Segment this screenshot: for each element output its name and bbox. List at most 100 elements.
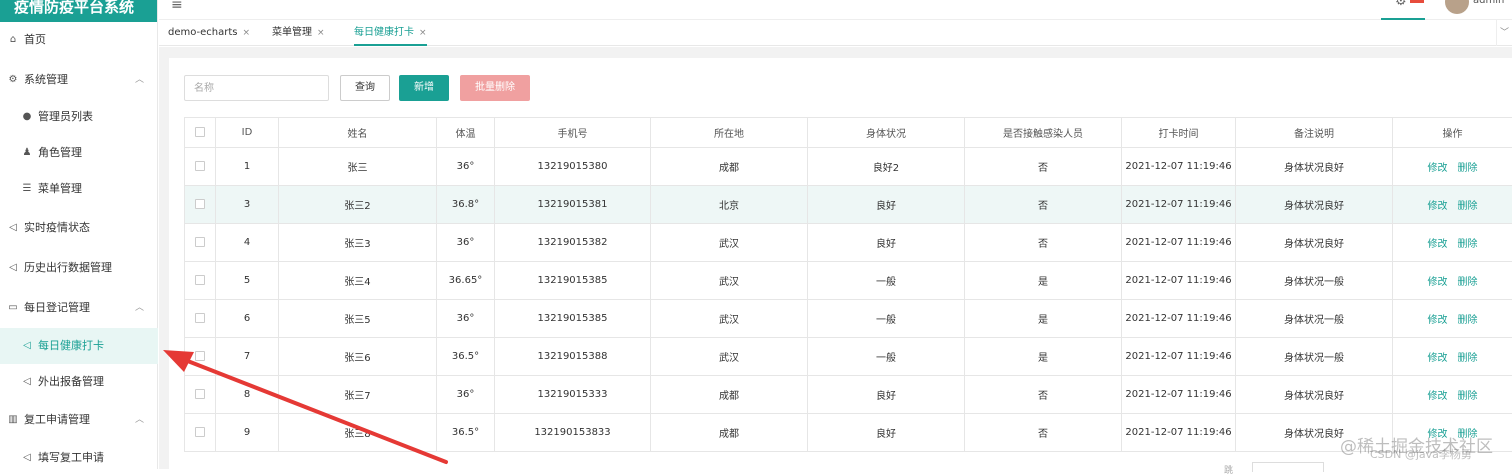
table-cell: 9: [216, 414, 279, 452]
table-row[interactable]: 4张三336°13219015382武汉良好否2021-12-07 11:19:…: [185, 224, 1512, 262]
tab-demo-echarts[interactable]: demo-echarts×: [168, 20, 250, 46]
sidebar-item-fill-application[interactable]: ◁ 填写复工申请: [0, 440, 158, 476]
column-header[interactable]: 打卡时间: [1122, 118, 1236, 148]
row-checkbox[interactable]: [195, 275, 205, 285]
gear-icon[interactable]: ⚙: [1395, 0, 1407, 9]
chevron-up-icon: ︿: [135, 290, 144, 326]
column-header[interactable]: 是否接触感染人员: [965, 118, 1122, 148]
page-tabs: demo-echarts× 菜单管理× 每日健康打卡× ﹀: [159, 20, 1512, 46]
table-row[interactable]: 6张三536°13219015385武汉一般是2021-12-07 11:19:…: [185, 300, 1512, 338]
table-cell: 13219015388: [495, 338, 651, 376]
table-cell: 武汉: [651, 224, 808, 262]
sidebar-item-daily[interactable]: ▭ 每日登记管理 ︿: [0, 290, 158, 326]
edit-link[interactable]: 修改: [1428, 239, 1448, 250]
user-icon: ●: [20, 99, 34, 135]
table-cell: 4: [216, 224, 279, 262]
edit-link[interactable]: 修改: [1428, 163, 1448, 174]
sidebar-item-admin-list[interactable]: ● 管理员列表: [0, 99, 158, 135]
close-icon[interactable]: ×: [243, 28, 251, 38]
row-checkbox[interactable]: [195, 389, 205, 399]
hamburger-icon[interactable]: ≡: [171, 0, 183, 13]
search-input[interactable]: [184, 75, 329, 101]
table-cell: 2021-12-07 11:19:46: [1122, 376, 1236, 414]
sidebar-item-menus[interactable]: ☰ 菜单管理: [0, 171, 158, 207]
edit-link[interactable]: 修改: [1428, 201, 1448, 212]
table-row[interactable]: 1张三36°13219015380成都良好2否2021-12-07 11:19:…: [185, 148, 1512, 186]
table-cell: 张三4: [279, 262, 437, 300]
chart-icon: ▥: [6, 402, 20, 438]
query-button[interactable]: 查询: [340, 75, 390, 101]
delete-link[interactable]: 删除: [1458, 391, 1478, 402]
edit-link[interactable]: 修改: [1428, 353, 1448, 364]
username[interactable]: admin: [1473, 0, 1504, 6]
column-header[interactable]: 备注说明: [1236, 118, 1393, 148]
sidebar-item-health-checkin[interactable]: ◁ 每日健康打卡: [0, 328, 158, 364]
table-body: 1张三36°13219015380成都良好2否2021-12-07 11:19:…: [185, 148, 1512, 452]
row-checkbox[interactable]: [195, 351, 205, 361]
table-cell: 是: [965, 338, 1122, 376]
sidebar-item-label: 管理员列表: [38, 99, 93, 135]
send-icon: ◁: [20, 440, 34, 476]
table-cell: 良好: [808, 414, 965, 452]
sidebar-item-history[interactable]: ◁ 历史出行数据管理: [0, 250, 158, 286]
row-checkbox[interactable]: [195, 313, 205, 323]
chevron-down-icon[interactable]: ﹀: [1496, 20, 1512, 46]
column-header[interactable]: 身体状况: [808, 118, 965, 148]
sidebar-item-label: 首页: [24, 22, 46, 58]
table-cell: 身体状况良好: [1236, 224, 1393, 262]
row-actions: 修改删除: [1393, 338, 1512, 376]
table-cell: 否: [965, 148, 1122, 186]
delete-link[interactable]: 删除: [1458, 277, 1478, 288]
tab-health-checkin[interactable]: 每日健康打卡×: [354, 20, 427, 46]
delete-link[interactable]: 删除: [1458, 353, 1478, 364]
table-cell: 2021-12-07 11:19:46: [1122, 148, 1236, 186]
table-row[interactable]: 7张三636.5°13219015388武汉一般是2021-12-07 11:1…: [185, 338, 1512, 376]
sidebar-item-resume-work[interactable]: ▥ 复工申请管理 ︿: [0, 402, 158, 438]
column-header[interactable]: ID: [216, 118, 279, 148]
avatar[interactable]: [1445, 0, 1469, 14]
sidebar-item-label: 每日登记管理: [24, 290, 90, 326]
sidebar-item-roles[interactable]: ♟ 角色管理: [0, 135, 158, 171]
table-cell: 2021-12-07 11:19:46: [1122, 338, 1236, 376]
row-checkbox[interactable]: [195, 237, 205, 247]
sidebar-item-realtime[interactable]: ◁ 实时疫情状态: [0, 210, 158, 246]
sidebar-item-system[interactable]: ⚙ 系统管理 ︿: [0, 62, 158, 98]
column-header[interactable]: 姓名: [279, 118, 437, 148]
delete-link[interactable]: 删除: [1458, 163, 1478, 174]
table-cell: 13219015333: [495, 376, 651, 414]
delete-link[interactable]: 删除: [1458, 315, 1478, 326]
table-row[interactable]: 5张三436.65°13219015385武汉一般是2021-12-07 11:…: [185, 262, 1512, 300]
row-select-cell: [185, 224, 216, 262]
health-checkin-table: ID 姓名 体温 手机号 所在地 身体状况 是否接触感染人员 打卡时间 备注说明…: [184, 117, 1512, 452]
edit-link[interactable]: 修改: [1428, 315, 1448, 326]
sidebar-item-label: 外出报备管理: [38, 364, 104, 400]
select-all-checkbox[interactable]: [195, 127, 205, 137]
sidebar: 疫情防疫平台系统 ⌂ 首页 ⚙ 系统管理 ︿ ● 管理员列表 ♟ 角色管理 ☰ …: [0, 0, 158, 469]
tab-menu-management[interactable]: 菜单管理×: [272, 20, 325, 46]
page-size-select[interactable]: [1252, 462, 1324, 472]
add-button[interactable]: 新增: [399, 75, 449, 101]
edit-link[interactable]: 修改: [1428, 277, 1448, 288]
row-checkbox[interactable]: [195, 427, 205, 437]
table-cell: 一般: [808, 300, 965, 338]
sidebar-item-outing-report[interactable]: ◁ 外出报备管理: [0, 364, 158, 400]
column-header[interactable]: 体温: [437, 118, 495, 148]
chevron-up-icon: ︿: [135, 62, 144, 98]
row-checkbox[interactable]: [195, 161, 205, 171]
table-cell: 否: [965, 376, 1122, 414]
table-row[interactable]: 3张三236.8°13219015381北京良好否2021-12-07 11:1…: [185, 186, 1512, 224]
delete-link[interactable]: 删除: [1458, 239, 1478, 250]
table-row[interactable]: 8张三736°13219015333成都良好否2021-12-07 11:19:…: [185, 376, 1512, 414]
close-icon[interactable]: ×: [317, 28, 325, 38]
close-icon[interactable]: ×: [419, 28, 427, 38]
column-header[interactable]: 手机号: [495, 118, 651, 148]
delete-link[interactable]: 删除: [1458, 201, 1478, 212]
row-checkbox[interactable]: [195, 199, 205, 209]
column-header[interactable]: 所在地: [651, 118, 808, 148]
edit-link[interactable]: 修改: [1428, 391, 1448, 402]
table-cell: 13219015380: [495, 148, 651, 186]
sidebar-item-home[interactable]: ⌂ 首页: [0, 22, 158, 58]
table-row[interactable]: 9张三836.5°132190153833成都良好否2021-12-07 11:…: [185, 414, 1512, 452]
batch-delete-button[interactable]: 批量删除: [460, 75, 530, 101]
table-cell: 13219015385: [495, 300, 651, 338]
